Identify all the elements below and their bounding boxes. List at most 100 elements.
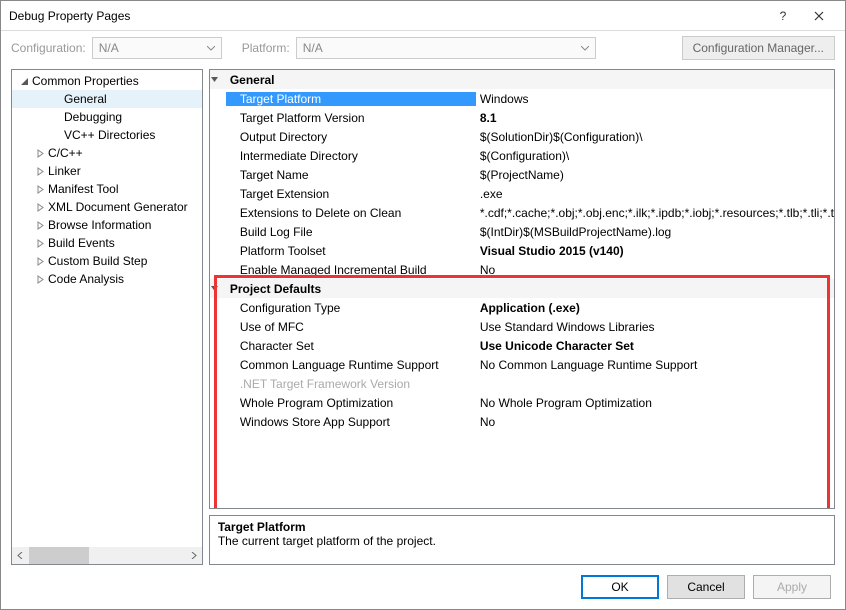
horizontal-scrollbar[interactable] [12, 547, 202, 564]
grid-row[interactable]: Target Extension.exe [210, 184, 834, 203]
expand-icon [34, 275, 46, 284]
close-button[interactable] [801, 5, 837, 27]
expand-icon [34, 185, 46, 194]
collapse-icon [210, 75, 226, 84]
property-value[interactable]: Use Standard Windows Libraries [476, 320, 834, 334]
tree-item[interactable]: VC++ Directories [12, 126, 202, 144]
platform-combo[interactable]: N/A [296, 37, 596, 59]
property-value[interactable]: *.cdf;*.cache;*.obj;*.obj.enc;*.ilk;*.ip… [476, 206, 834, 220]
grid-row[interactable]: Output Directory$(SolutionDir)$(Configur… [210, 127, 834, 146]
property-name: Build Log File [226, 225, 476, 239]
property-value[interactable]: .exe [476, 187, 834, 201]
expand-icon [34, 149, 46, 158]
property-name: Use of MFC [226, 320, 476, 334]
property-name: Intermediate Directory [226, 149, 476, 163]
property-value[interactable]: Windows [476, 92, 834, 106]
tree-label: C/C++ [46, 146, 83, 160]
grid-row[interactable]: Platform ToolsetVisual Studio 2015 (v140… [210, 241, 834, 260]
grid-row[interactable]: Windows Store App SupportNo [210, 412, 834, 431]
property-value[interactable]: Use Unicode Character Set [476, 339, 834, 353]
property-value[interactable]: No Common Language Runtime Support [476, 358, 834, 372]
grid-row[interactable]: Build Log File$(IntDir)$(MSBuildProjectN… [210, 222, 834, 241]
section-title: Project Defaults [226, 282, 476, 296]
ok-button[interactable]: OK [581, 575, 659, 599]
tree-item[interactable]: Manifest Tool [12, 180, 202, 198]
configuration-value: N/A [99, 41, 119, 55]
property-name: Windows Store App Support [226, 415, 476, 429]
tree-item[interactable]: C/C++ [12, 144, 202, 162]
window-title: Debug Property Pages [9, 9, 765, 23]
grid-section-header[interactable]: Project Defaults [210, 279, 834, 298]
tree-item[interactable]: Build Events [12, 234, 202, 252]
chevron-down-icon [207, 46, 215, 51]
expand-icon [34, 221, 46, 230]
property-value[interactable]: $(ProjectName) [476, 168, 834, 182]
tree-item[interactable]: XML Document Generator [12, 198, 202, 216]
tree-label: Manifest Tool [46, 182, 118, 196]
tree-item[interactable]: Debugging [12, 108, 202, 126]
tree-item[interactable]: Custom Build Step [12, 252, 202, 270]
grid-row[interactable]: Target Name$(ProjectName) [210, 165, 834, 184]
property-name: Whole Program Optimization [226, 396, 476, 410]
expand-icon [34, 239, 46, 248]
property-value[interactable]: Visual Studio 2015 (v140) [476, 244, 834, 258]
grid-row[interactable]: .NET Target Framework Version [210, 374, 834, 393]
grid-row[interactable]: Use of MFCUse Standard Windows Libraries [210, 317, 834, 336]
help-button[interactable]: ? [765, 5, 801, 27]
apply-button[interactable]: Apply [753, 575, 831, 599]
grid-row[interactable]: Target PlatformWindows [210, 89, 834, 108]
property-name: Target Name [226, 168, 476, 182]
description-box: Target Platform The current target platf… [209, 515, 835, 565]
collapse-icon [18, 77, 30, 86]
tree-root[interactable]: Common Properties [12, 72, 202, 90]
grid-row[interactable]: Common Language Runtime SupportNo Common… [210, 355, 834, 374]
property-value[interactable]: $(IntDir)$(MSBuildProjectName).log [476, 225, 834, 239]
property-name: Target Extension [226, 187, 476, 201]
property-value[interactable]: No [476, 415, 834, 429]
property-value[interactable]: 8.1 [476, 111, 834, 125]
property-value[interactable]: $(SolutionDir)$(Configuration)\ [476, 130, 834, 144]
property-name: Extensions to Delete on Clean [226, 206, 476, 220]
section-title: General [226, 73, 476, 87]
tree-label: VC++ Directories [62, 128, 155, 142]
property-value[interactable]: No Whole Program Optimization [476, 396, 834, 410]
tree-pane: Common Properties GeneralDebugging VC++ Di… [11, 69, 203, 565]
scroll-right-icon[interactable] [185, 547, 202, 564]
property-name: .NET Target Framework Version [226, 377, 476, 391]
grid-row[interactable]: Intermediate Directory$(Configuration)\ [210, 146, 834, 165]
grid-row[interactable]: Extensions to Delete on Clean*.cdf;*.cac… [210, 203, 834, 222]
scrollbar-thumb[interactable] [29, 547, 89, 564]
grid-row[interactable]: Character SetUse Unicode Character Set [210, 336, 834, 355]
tree-label: Common Properties [30, 74, 139, 88]
tree-label: Code Analysis [46, 272, 124, 286]
tree-label: Linker [46, 164, 81, 178]
tree-label: XML Document Generator [46, 200, 188, 214]
cancel-button[interactable]: Cancel [667, 575, 745, 599]
property-name: Common Language Runtime Support [226, 358, 476, 372]
tree-item[interactable]: Browse Information [12, 216, 202, 234]
property-name: Enable Managed Incremental Build [226, 263, 476, 277]
configuration-combo[interactable]: N/A [92, 37, 222, 59]
grid-row[interactable]: Target Platform Version8.1 [210, 108, 834, 127]
expand-icon [34, 257, 46, 266]
property-value[interactable]: No [476, 263, 834, 277]
grid-row[interactable]: Configuration TypeApplication (.exe) [210, 298, 834, 317]
grid-row[interactable]: Whole Program OptimizationNo Whole Progr… [210, 393, 834, 412]
collapse-icon [210, 284, 226, 293]
tree-item[interactable]: Code Analysis [12, 270, 202, 288]
dialog-buttons: OK Cancel Apply [581, 575, 831, 599]
scroll-left-icon[interactable] [12, 547, 29, 564]
tree-label: Custom Build Step [46, 254, 147, 268]
configuration-label: Configuration: [11, 41, 86, 55]
config-row: Configuration: N/A Platform: N/A Configu… [1, 31, 845, 65]
grid-section-header[interactable]: General [210, 70, 834, 89]
description-title: Target Platform [218, 520, 826, 534]
configuration-manager-button[interactable]: Configuration Manager... [682, 36, 835, 60]
tree-item[interactable]: General [12, 90, 202, 108]
platform-value: N/A [303, 41, 323, 55]
tree-item[interactable]: Linker [12, 162, 202, 180]
tree-label: Build Events [46, 236, 115, 250]
grid-row[interactable]: Enable Managed Incremental BuildNo [210, 260, 834, 279]
property-value[interactable]: $(Configuration)\ [476, 149, 834, 163]
property-value[interactable]: Application (.exe) [476, 301, 834, 315]
